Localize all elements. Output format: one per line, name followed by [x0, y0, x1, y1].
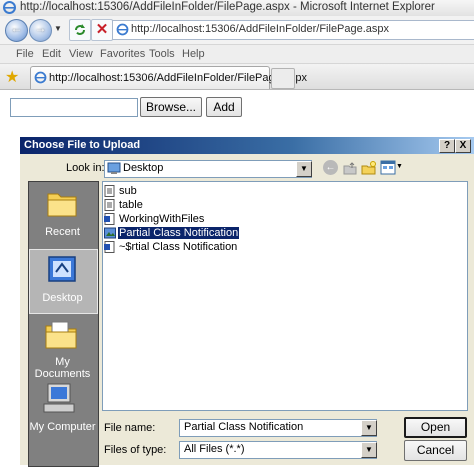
place-my-documents[interactable]: My Documents — [28, 356, 97, 380]
file-name-dropdown-icon[interactable]: ▼ — [361, 420, 377, 436]
place-recent[interactable]: Recent — [28, 226, 97, 238]
back-folder-icon[interactable]: ← — [323, 160, 338, 175]
menu-file[interactable]: File — [16, 48, 34, 60]
browse-button[interactable]: Browse... — [140, 97, 202, 117]
file-name-label: File name: — [104, 422, 156, 434]
menu-edit[interactable]: Edit — [42, 48, 61, 60]
text-file-icon — [104, 185, 115, 197]
folder-icon — [47, 193, 77, 217]
files-of-type-label: Files of type: — [104, 444, 167, 456]
new-tab-button[interactable] — [271, 68, 295, 89]
file-name: sub — [119, 185, 137, 197]
document-icon — [104, 213, 115, 225]
back-arrow-icon: ← — [10, 21, 23, 35]
menu-view[interactable]: View — [69, 48, 93, 60]
menu-help[interactable]: Help — [182, 48, 205, 60]
history-dropdown-icon[interactable]: ▼ — [54, 24, 62, 33]
document-icon — [104, 241, 115, 253]
computer-icon — [43, 383, 75, 413]
tab-page-icon — [34, 71, 47, 84]
file-name: Partial Class Notification — [118, 227, 240, 239]
refresh-icon — [75, 24, 85, 35]
text-file-icon — [104, 199, 115, 211]
menu-tools[interactable]: Tools — [149, 48, 175, 60]
internet-explorer-icon — [3, 1, 16, 14]
file-name: ~$rtial Class Notification — [119, 241, 238, 253]
menu-favorites[interactable]: Favorites — [100, 48, 145, 60]
look-in-label: Look in: — [66, 162, 105, 174]
view-menu-icon[interactable] — [380, 160, 396, 175]
back-button[interactable]: ← — [5, 19, 28, 42]
dialog-title-bar: Choose File to Upload — [20, 137, 474, 154]
files-of-type-dropdown-icon[interactable]: ▼ — [361, 442, 377, 458]
file-path-input[interactable] — [10, 98, 138, 117]
look-in-select[interactable]: Desktop — [104, 160, 312, 178]
browser-title: http://localhost:15306/AddFileInFolder/F… — [20, 1, 435, 13]
my-documents-icon — [45, 321, 77, 349]
image-file-icon — [104, 227, 116, 239]
stop-icon: ✕ — [95, 21, 109, 38]
file-name: WorkingWithFiles — [119, 213, 205, 225]
help-button[interactable]: ? — [439, 139, 455, 153]
add-button[interactable]: Add — [206, 97, 242, 117]
browser-tab[interactable]: http://localhost:15306/AddFileInFolder/F… — [30, 66, 307, 89]
tab-title: http://localhost:15306/AddFileInFolder/F… — [49, 72, 308, 84]
forward-button[interactable]: → — [29, 19, 52, 42]
view-dropdown-icon[interactable]: ▼ — [396, 163, 403, 170]
file-name: table — [119, 199, 143, 211]
cancel-button[interactable]: Cancel — [404, 440, 467, 461]
address-field[interactable]: http://localhost:15306/AddFileInFolder/F… — [112, 20, 474, 40]
look-in-value: Desktop — [123, 162, 164, 174]
file-name-input[interactable]: Partial Class Notification — [179, 419, 377, 437]
up-folder-icon[interactable] — [342, 160, 358, 176]
files-of-type-select[interactable]: All Files (*.*) — [179, 441, 377, 459]
forward-arrow-icon: → — [34, 21, 47, 35]
open-button[interactable]: Open — [404, 417, 467, 438]
new-folder-icon[interactable] — [361, 160, 377, 176]
place-my-computer[interactable]: My Computer — [28, 421, 97, 433]
files-of-type-value: All Files (*.*) — [184, 443, 245, 455]
place-desktop: Desktop — [42, 292, 83, 304]
stop-button[interactable]: ✕ — [91, 19, 113, 41]
desktop-small-icon — [107, 162, 121, 174]
page-icon — [116, 23, 129, 36]
browser-title-bar: http://localhost:15306/AddFileInFolder/F… — [0, 0, 474, 17]
look-in-dropdown-icon[interactable]: ▼ — [296, 161, 312, 177]
address-url: http://localhost:15306/AddFileInFolder/F… — [131, 23, 390, 35]
file-name-value: Partial Class Notification — [184, 421, 304, 433]
dialog-close-button[interactable]: X — [455, 139, 471, 153]
favorites-star-icon[interactable]: ★ — [5, 67, 19, 87]
dialog-title: Choose File to Upload — [24, 139, 141, 151]
desktop-icon — [48, 256, 76, 282]
refresh-button[interactable] — [69, 19, 91, 41]
